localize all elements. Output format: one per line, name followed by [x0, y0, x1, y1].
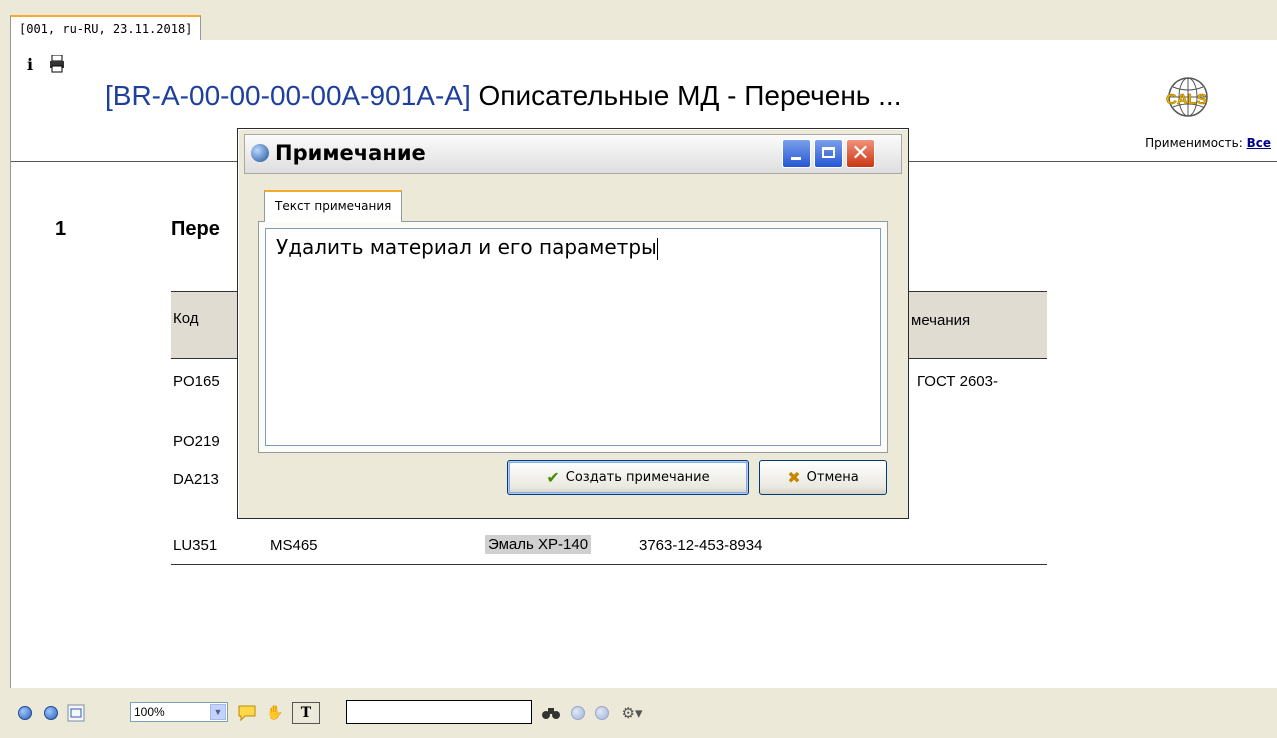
column-header-notes: мечания	[911, 312, 971, 329]
column-header-code: Код	[173, 310, 199, 327]
dialog-title: Примечание	[275, 141, 426, 165]
dialog-titlebar[interactable]: Примечание ✕	[244, 134, 902, 174]
minimize-button[interactable]	[782, 139, 811, 168]
create-note-label: Создать примечание	[565, 470, 710, 485]
table-cell-code: DA213	[173, 471, 219, 488]
zoom-out-icon[interactable]	[42, 702, 60, 724]
table-cell-code: PO219	[173, 433, 220, 450]
table-cell-ref: MS465	[270, 537, 318, 554]
applicability-link[interactable]: Все	[1247, 136, 1271, 150]
binoculars-icon[interactable]	[540, 702, 562, 724]
cancel-button[interactable]: ✖ Отмена	[759, 460, 887, 495]
table-cell-name: Эмаль ХР-140	[485, 535, 592, 554]
section-number: 1	[55, 218, 67, 240]
table-cell-number: 3763-12-453-8934	[639, 537, 763, 554]
applicability-label: Применимость:	[1145, 136, 1243, 150]
checkmark-icon: ✔	[546, 468, 560, 487]
zoom-in-icon[interactable]	[16, 702, 34, 724]
print-icon[interactable]	[49, 54, 65, 77]
text-select-icon[interactable]: T	[292, 702, 320, 724]
maximize-button[interactable]	[814, 139, 843, 168]
note-dialog: Примечание ✕ Текст примечания Удалить ма…	[237, 128, 909, 519]
cals-logo: CALS	[1161, 76, 1215, 120]
document-tabstrip: [001, ru-RU, 23.11.2018]	[0, 0, 1277, 41]
info-icon[interactable]: ℹ	[27, 55, 33, 74]
note-text: Удалить материал и его параметры	[276, 235, 657, 259]
document-tab[interactable]: [001, ru-RU, 23.11.2018]	[10, 15, 202, 40]
next-result-icon[interactable]	[592, 702, 612, 724]
zoom-select[interactable]: 100% ▼	[130, 702, 228, 722]
settings-icon[interactable]: ⚙▾	[618, 702, 646, 724]
zoom-value: 100%	[134, 705, 165, 719]
prev-result-icon[interactable]	[568, 702, 588, 724]
text-caret	[656, 237, 658, 260]
table-cell-code: PO165	[173, 373, 220, 390]
cancel-label: Отмена	[806, 470, 859, 485]
tab-note-text[interactable]: Текст примечания	[264, 190, 403, 222]
table-cell-note: ГОСТ 2603-	[917, 373, 998, 390]
comment-icon[interactable]	[236, 702, 258, 724]
bottom-toolbar: 100% ▼ ✋ T ⚙▾	[0, 688, 1277, 738]
chevron-down-icon[interactable]: ▼	[210, 704, 226, 720]
search-input[interactable]	[346, 700, 532, 724]
applicability: Применимость: Все	[1145, 136, 1271, 150]
note-tab-panel: Удалить материал и его параметры	[258, 221, 888, 453]
fit-page-icon[interactable]	[66, 702, 86, 724]
highlighted-material-name: Эмаль ХР-140	[485, 535, 592, 554]
data-module-title-text: Описательные МД - Перечень ...	[470, 80, 902, 111]
globe-icon	[251, 144, 269, 162]
cals-logo-text: CALS	[1166, 91, 1207, 108]
section-title: Пере	[171, 218, 220, 240]
create-note-button[interactable]: ✔ Создать примечание	[507, 460, 749, 495]
table-bottom-rule	[171, 564, 1047, 565]
hand-tool-icon[interactable]: ✋	[264, 702, 286, 724]
table-cell-code: LU351	[173, 537, 218, 554]
cancel-icon: ✖	[787, 468, 801, 487]
data-module-title: [BR-A-00-00-00-00A-901A-A] Описательные …	[105, 78, 901, 114]
data-module-code: [BR-A-00-00-00-00A-901A-A]	[105, 80, 471, 111]
note-textarea[interactable]: Удалить материал и его параметры	[265, 228, 881, 446]
close-button[interactable]: ✕	[846, 139, 875, 168]
